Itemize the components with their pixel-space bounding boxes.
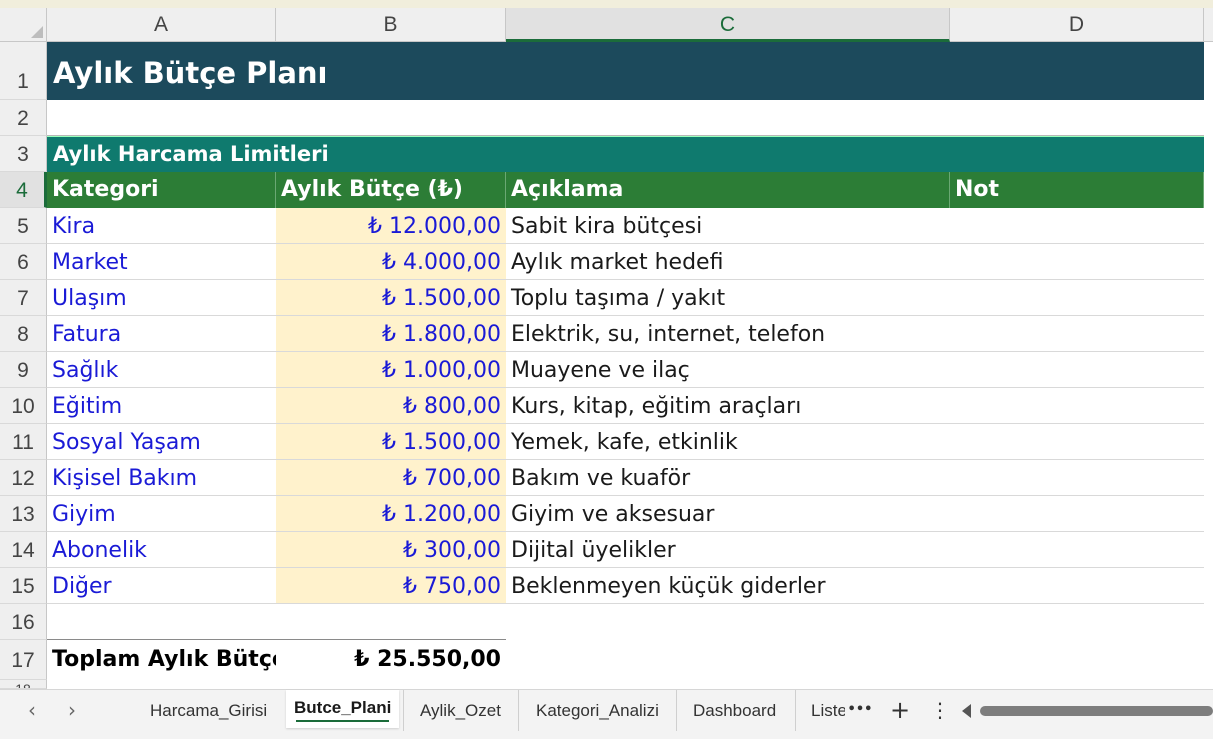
tab-dashboard[interactable]: Dashboard (676, 690, 784, 732)
scrollbar-thumb[interactable] (980, 706, 1213, 716)
row-header-2[interactable]: 2 (0, 100, 47, 136)
description-cell[interactable]: Kurs, kitap, eğitim araçları (506, 388, 950, 424)
budget-cell[interactable]: ₺ 1.500,00 (276, 424, 506, 460)
budget-cell[interactable]: ₺ 1.800,00 (276, 316, 506, 352)
tab-butce-plani[interactable]: Butce_Plani (286, 690, 400, 728)
description-cell[interactable]: Bakım ve kuaför (506, 460, 950, 496)
category-cell[interactable]: Eğitim (47, 388, 276, 424)
header-cell-category[interactable]: Kategori (47, 172, 276, 208)
budget-cell[interactable]: ₺ 12.000,00 (276, 208, 506, 244)
note-cell[interactable] (950, 460, 1204, 496)
description-cell[interactable]: Toplu taşıma / yakıt (506, 280, 950, 316)
next-sheet-icon[interactable]: › (58, 690, 86, 732)
row-header-17[interactable]: 17 (0, 640, 47, 680)
category-cell[interactable]: Kira (47, 208, 276, 244)
description-cell[interactable]: Giyim ve aksesuar (506, 496, 950, 532)
category-cell[interactable]: Giyim (47, 496, 276, 532)
category-cell[interactable]: Sağlık (47, 352, 276, 388)
page-title: Aylık Bütçe Planı (53, 56, 328, 90)
budget-cell[interactable]: ₺ 1.500,00 (276, 280, 506, 316)
budget-cell[interactable]: ₺ 1.200,00 (276, 496, 506, 532)
description-cell[interactable]: Beklenmeyen küçük giderler (506, 568, 950, 604)
category-cell[interactable]: Ulaşım (47, 280, 276, 316)
note-cell[interactable] (950, 532, 1204, 568)
note-cell[interactable] (950, 424, 1204, 460)
total-value-cell[interactable]: ₺ 25.550,00 (276, 640, 506, 680)
description-cell[interactable]: Yemek, kafe, etkinlik (506, 424, 950, 460)
row-header-6[interactable]: 6 (0, 244, 47, 280)
note-cell[interactable] (950, 280, 1204, 316)
row-header-15[interactable]: 15 (0, 568, 47, 604)
header-cell-description[interactable]: Açıklama (506, 172, 950, 208)
more-sheets-icon[interactable]: ••• (846, 690, 874, 732)
column-header-d[interactable]: D (950, 8, 1204, 41)
horizontal-scrollbar[interactable] (962, 702, 1213, 720)
budget-cell[interactable]: ₺ 300,00 (276, 532, 506, 568)
sheet-tab-bar: ‹ › Harcama_Girisi Butce_Plani Aylik_Oze… (0, 689, 1213, 732)
row-header-13[interactable]: 13 (0, 496, 47, 532)
description-cell[interactable]: Aylık market hedefi (506, 244, 950, 280)
row-header-10[interactable]: 10 (0, 388, 47, 424)
column-header-c[interactable]: C (506, 8, 950, 42)
row-header-4[interactable]: 4 (0, 172, 47, 208)
tab-aylik-ozet[interactable]: Aylik_Ozet (403, 690, 509, 732)
category-cell[interactable]: Kişisel Bakım (47, 460, 276, 496)
note-cell[interactable] (950, 388, 1204, 424)
scroll-left-icon[interactable] (962, 704, 971, 718)
top-strip (0, 0, 1213, 8)
section-title: Aylık Harcama Limitleri (53, 142, 329, 166)
active-tab-underline (296, 720, 390, 722)
column-header-a[interactable]: A (47, 8, 276, 41)
tab-liste[interactable]: Liste (795, 690, 845, 732)
tab-kategori-analizi[interactable]: Kategori_Analizi (518, 690, 667, 732)
description-cell[interactable]: Elektrik, su, internet, telefon (506, 316, 950, 352)
category-cell[interactable]: Fatura (47, 316, 276, 352)
note-cell[interactable] (950, 244, 1204, 280)
category-cell[interactable]: Market (47, 244, 276, 280)
header-cell-budget[interactable]: Aylık Bütçe (₺) (276, 172, 506, 208)
row-header-5[interactable]: 5 (0, 208, 47, 244)
row-header-8[interactable]: 8 (0, 316, 47, 352)
note-cell[interactable] (950, 496, 1204, 532)
blank-row-2[interactable] (47, 100, 1204, 136)
note-cell[interactable] (950, 352, 1204, 388)
row-header-11[interactable]: 11 (0, 424, 47, 460)
row-header-1[interactable]: 1 (0, 42, 47, 100)
row-header-14[interactable]: 14 (0, 532, 47, 568)
row-header-7[interactable]: 7 (0, 280, 47, 316)
header-cell-note[interactable]: Not (950, 172, 1204, 208)
category-cell[interactable]: Sosyal Yaşam (47, 424, 276, 460)
tab-harcama-girisi[interactable]: Harcama_Girisi (142, 690, 275, 732)
description-cell[interactable]: Sabit kira bütçesi (506, 208, 950, 244)
add-sheet-icon[interactable]: + (886, 690, 914, 732)
budget-cell[interactable]: ₺ 750,00 (276, 568, 506, 604)
description-cell[interactable]: Dijital üyelikler (506, 532, 950, 568)
description-cell[interactable]: Muayene ve ilaç (506, 352, 950, 388)
note-cell[interactable] (950, 316, 1204, 352)
blank-row-16[interactable] (47, 604, 506, 640)
sheet-options-icon[interactable]: ⋮ (926, 690, 954, 732)
row-header-3[interactable]: 3 (0, 136, 47, 172)
category-cell[interactable]: Diğer (47, 568, 276, 604)
column-header-b[interactable]: B (276, 8, 506, 41)
budget-cell[interactable]: ₺ 700,00 (276, 460, 506, 496)
note-cell[interactable] (950, 568, 1204, 604)
total-label-cell[interactable]: Toplam Aylık Bütçe (47, 640, 276, 680)
prev-sheet-icon[interactable]: ‹ (18, 690, 46, 732)
category-cell[interactable]: Abonelik (47, 532, 276, 568)
select-all-corner[interactable] (0, 8, 47, 41)
note-cell[interactable] (950, 208, 1204, 244)
row-header-9[interactable]: 9 (0, 352, 47, 388)
status-bar-strip (0, 731, 1213, 739)
tab-label: Butce_Plani (294, 698, 392, 717)
row-header-12[interactable]: 12 (0, 460, 47, 496)
budget-cell[interactable]: ₺ 800,00 (276, 388, 506, 424)
column-header-bar: A B C D (0, 8, 1213, 42)
budget-cell[interactable]: ₺ 4.000,00 (276, 244, 506, 280)
row-header-18[interactable]: 18 (0, 680, 47, 689)
budget-cell[interactable]: ₺ 1.000,00 (276, 352, 506, 388)
row-header-16[interactable]: 16 (0, 604, 47, 640)
